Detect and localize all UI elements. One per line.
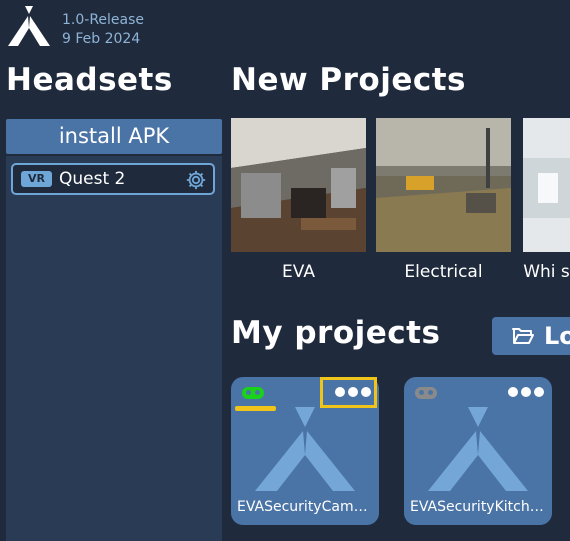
my-projects-heading: My projects [231, 315, 441, 351]
gear-icon[interactable] [185, 169, 207, 191]
headsets-heading: Headsets [6, 62, 173, 98]
headset-item-quest-2[interactable]: VR Quest 2 [11, 163, 215, 195]
white-room-scene-image [523, 118, 570, 252]
template-label-white: Whi s [523, 262, 570, 282]
project-card[interactable]: EVASecurityKitch… [404, 377, 552, 525]
template-label-electrical: Electrical [404, 262, 483, 282]
version-label: 1.0-Release [62, 12, 145, 28]
folder-open-icon [512, 328, 534, 344]
eva-logo-icon [255, 407, 355, 491]
eva-logo-icon [428, 407, 528, 491]
template-thumbnail-eva[interactable] [231, 118, 366, 252]
connection-status-icon [242, 387, 264, 399]
load-label: Lo [544, 322, 570, 350]
electrical-scene-image [376, 118, 511, 252]
project-title: EVASecurityCamb… [237, 499, 375, 515]
headset-name: Quest 2 [59, 169, 126, 189]
eva-logo-icon [8, 6, 50, 46]
release-date: 9 Feb 2024 [62, 31, 141, 47]
load-project-button[interactable]: Lo [492, 317, 570, 355]
connection-status-icon [415, 387, 437, 399]
install-apk-button[interactable]: install APK [6, 119, 222, 154]
headsets-panel [6, 156, 222, 541]
template-thumbnail-electrical[interactable] [376, 118, 511, 252]
vr-badge: VR [21, 171, 52, 187]
highlight-box [320, 377, 377, 408]
highlight-underline [235, 406, 276, 411]
new-projects-heading: New Projects [231, 62, 467, 98]
more-options-icon[interactable] [506, 385, 546, 399]
eva-scene-image [231, 118, 366, 252]
template-label-eva: EVA [282, 262, 315, 282]
template-thumbnail-white[interactable] [523, 118, 570, 252]
project-title: EVASecurityKitch… [410, 499, 544, 515]
